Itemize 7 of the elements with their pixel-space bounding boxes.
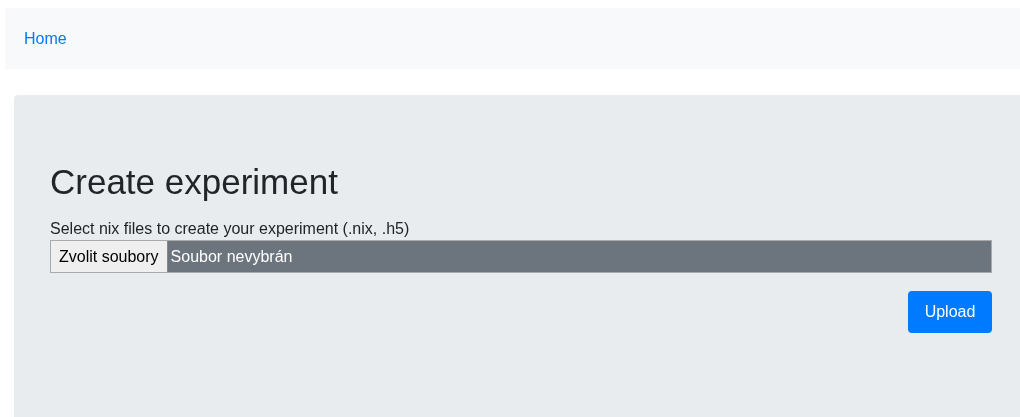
upload-button[interactable]: Upload xyxy=(908,291,992,333)
page-title: Create experiment xyxy=(50,161,339,203)
file-status: Soubor nevybrán xyxy=(169,247,293,266)
home-link[interactable]: Home xyxy=(24,29,67,48)
choose-files-button[interactable]: Zvolit soubory xyxy=(51,241,168,272)
file-input[interactable]: Zvolit soubory Soubor nevybrán xyxy=(50,240,992,273)
field-label: Select nix files to create your experiment (.nix, .h5) xyxy=(50,219,411,239)
